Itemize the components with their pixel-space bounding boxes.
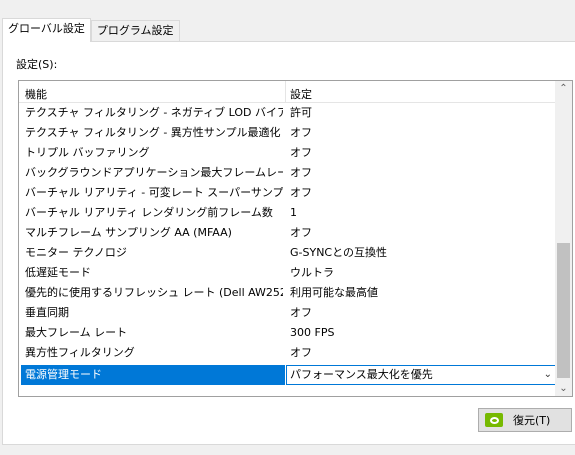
chevron-down-icon[interactable]: ⌄ (544, 366, 552, 384)
feature-value: オフ (290, 346, 312, 359)
feature-name: テクスチャ フィルタリング - 異方性サンプル最適化 (25, 126, 281, 139)
list-item[interactable]: 垂直同期 オフ (19, 303, 557, 323)
list-item[interactable]: バーチャル リアリティ - 可変レート スーパーサンプリング オフ (19, 183, 557, 203)
list-item[interactable]: 最大フレーム レート 300 FPS (19, 323, 557, 343)
list-item[interactable]: バーチャル リアリティ レンダリング前フレーム数 1 (19, 203, 557, 223)
list-item[interactable]: バックグラウンドアプリケーション最大フレームレート オフ (19, 163, 557, 183)
feature-value: ウルトラ (290, 266, 334, 279)
header-divider[interactable] (285, 81, 286, 103)
vertical-scrollbar[interactable]: ⌃ ⌄ (555, 81, 572, 396)
power-mode-dropdown[interactable]: パフォーマンス最大化を優先 ⌄ (286, 365, 556, 385)
restore-button[interactable]: 復元(T) (478, 408, 572, 432)
restore-button-label: 復元(T) (513, 414, 551, 427)
feature-name: 優先的に使用するリフレッシュ レート (Dell AW2521... (25, 286, 283, 299)
feature-name: バックグラウンドアプリケーション最大フレームレート (25, 166, 283, 179)
list-item-selected[interactable]: 電源管理モード パフォーマンス最大化を優先 ⌄ (19, 365, 557, 385)
feature-name: 最大フレーム レート (25, 326, 128, 339)
feature-name: バーチャル リアリティ - 可変レート スーパーサンプリング (25, 186, 283, 199)
feature-value: 300 FPS (290, 326, 335, 339)
feature-value: オフ (290, 126, 312, 139)
settings-label: 設定(S): (16, 58, 58, 71)
feature-value: オフ (290, 306, 312, 319)
feature-name: モニター テクノロジ (25, 246, 127, 259)
tab-bar: グローバル設定 プログラム設定 (2, 18, 180, 42)
feature-value: オフ (290, 186, 312, 199)
list-header: 機能 設定 (19, 81, 557, 103)
list-item[interactable]: テクスチャ フィルタリング - ネガティブ LOD バイアス 許可 (19, 103, 557, 123)
list-item[interactable]: モニター テクノロジ G-SYNCとの互換性 (19, 243, 557, 263)
feature-name: 低遅延モード (25, 266, 91, 279)
feature-value: オフ (290, 146, 312, 159)
feature-value: オフ (290, 226, 312, 239)
feature-name: 垂直同期 (25, 306, 69, 319)
feature-name: 電源管理モード (21, 365, 285, 385)
feature-name: バーチャル リアリティ レンダリング前フレーム数 (25, 206, 273, 219)
scroll-up-icon[interactable]: ⌃ (555, 83, 572, 94)
list-item[interactable]: マルチフレーム サンプリング AA (MFAA) オフ (19, 223, 557, 243)
header-setting[interactable]: 設定 (290, 86, 312, 102)
list-item[interactable]: 低遅延モード ウルトラ (19, 263, 557, 283)
list-item[interactable]: 異方性フィルタリング オフ (19, 343, 557, 363)
settings-list[interactable]: 機能 設定 テクスチャ フィルタリング - ネガティブ LOD バイアス 許可 … (18, 80, 573, 397)
feature-name: マルチフレーム サンプリング AA (MFAA) (25, 226, 232, 239)
tab-program-settings[interactable]: プログラム設定 (90, 20, 180, 42)
feature-value: G-SYNCとの互換性 (290, 246, 387, 259)
list-item[interactable]: 優先的に使用するリフレッシュ レート (Dell AW2521... 利用可能な… (19, 283, 557, 303)
feature-value: 許可 (290, 106, 312, 119)
feature-value: オフ (290, 166, 312, 179)
feature-name: テクスチャ フィルタリング - ネガティブ LOD バイアス (25, 106, 283, 119)
list-item[interactable]: トリプル バッファリング オフ (19, 143, 557, 163)
feature-name: 異方性フィルタリング (25, 346, 135, 359)
feature-name: トリプル バッファリング (25, 146, 150, 159)
feature-value: 1 (290, 206, 297, 219)
header-feature[interactable]: 機能 (25, 86, 47, 102)
tab-global-settings[interactable]: グローバル設定 (2, 18, 91, 42)
list-item[interactable]: テクスチャ フィルタリング - 異方性サンプル最適化 オフ (19, 123, 557, 143)
scroll-down-icon[interactable]: ⌄ (555, 383, 572, 394)
nvidia-logo-icon (485, 413, 503, 427)
dropdown-value: パフォーマンス最大化を優先 (290, 368, 433, 381)
feature-value: 利用可能な最高値 (290, 286, 378, 299)
scrollbar-thumb[interactable] (557, 243, 570, 378)
